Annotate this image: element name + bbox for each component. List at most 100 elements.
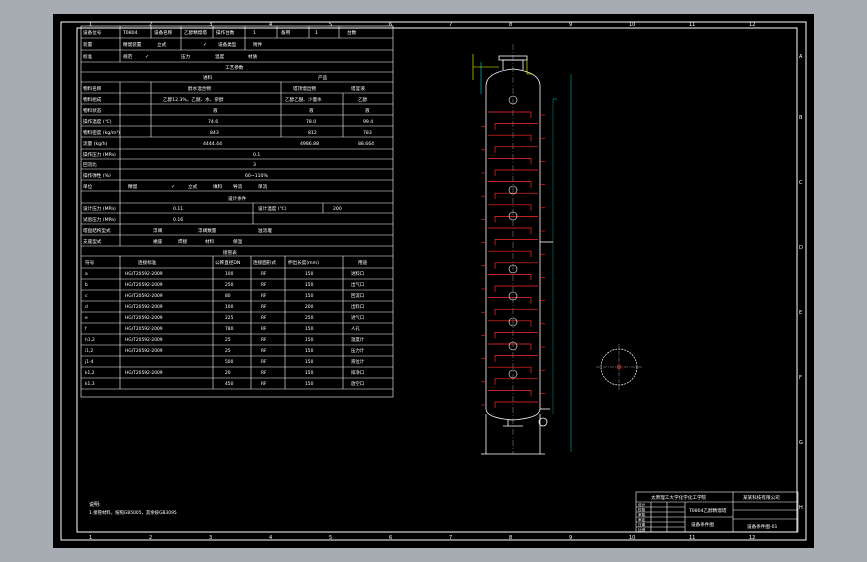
- tray-line: [488, 227, 532, 234]
- cell-value: 78.0: [306, 119, 316, 125]
- nozzle-cell-dn: 100: [225, 271, 234, 277]
- nozzle-cell-face: RF: [261, 381, 267, 387]
- ruler-label: 12: [749, 535, 755, 541]
- cell-value: 溢流堰: [258, 227, 272, 234]
- cell-label: 备用: [281, 29, 291, 36]
- drawing-canvas: 1 2 3 4 5 6 7 8 9 10 11 12 1 2 3 4 5 6 7…: [60, 21, 807, 541]
- column-header: 用途: [358, 259, 368, 266]
- cell-value: 843: [210, 130, 219, 136]
- notes-text: 1.接管材料，按照GB5005，其余按GB3095: [89, 509, 177, 516]
- nozzle-cell-use: 液位计: [351, 358, 365, 365]
- nozzle-cell-std: HG/T20592-2009: [125, 370, 163, 376]
- cell-value: 0.1: [253, 152, 260, 158]
- nozzle-cell-face: RF: [261, 315, 267, 321]
- nozzle-cell-std: HG/T20592-2009: [125, 282, 163, 288]
- distillation-column-drawing: [472, 44, 572, 455]
- cell-value: 填料: [213, 183, 223, 190]
- cell-value: 保温: [233, 238, 243, 245]
- ruler-label: F: [799, 375, 802, 381]
- cell-value: 0.16: [173, 217, 183, 223]
- ruler-label: C: [799, 180, 803, 186]
- nozzle-cell-std: HG/T20592-2009: [125, 337, 163, 343]
- tray-line: [494, 285, 538, 292]
- row-label: 塔盘结构型式: [83, 227, 111, 234]
- nozzle-cell-std: HG/T20592-2009: [125, 271, 163, 277]
- tray-line: [494, 262, 538, 269]
- nozzle-cell-sym: e: [85, 316, 88, 321]
- tb-row-label: 校核: [638, 507, 646, 512]
- tray-line: [494, 169, 538, 176]
- row-label: 单位: [83, 183, 93, 190]
- cad-viewport[interactable]: 1 2 3 4 5 6 7 8 9 10 11 12 1 2 3 4 5 6 7…: [0, 0, 867, 562]
- project-name: 太原理工大学化学化工学院: [651, 494, 707, 501]
- row-label: 设计温度 (℃): [258, 205, 287, 212]
- tray-line: [488, 250, 532, 258]
- nozzle-cell-face: RF: [261, 326, 267, 332]
- row-label: 操作弹性 (%): [83, 172, 111, 179]
- cell-value: 塔顶馏出物: [293, 85, 316, 92]
- tb-row-label: 设计: [638, 502, 646, 507]
- cell-value: 规范: [123, 53, 133, 60]
- column-header: 连接标准: [138, 259, 157, 266]
- tb-row-label: 审定: [638, 517, 646, 522]
- cell-value: 裙座: [153, 238, 163, 245]
- nozzle-cell-len: 150: [305, 282, 314, 288]
- nozzle-cell-sym: i1,2: [85, 348, 93, 354]
- tray-line: [488, 390, 532, 397]
- nozzle-cell-len: 150: [305, 348, 314, 354]
- tray-line: [488, 158, 532, 165]
- cell-value: 200: [333, 206, 342, 212]
- row-label: 物料密度 (kg/m³): [83, 129, 120, 136]
- cell-value: 温度: [215, 53, 225, 60]
- ruler-label: 7: [449, 22, 452, 28]
- ruler-label: A: [799, 54, 803, 60]
- tb-row-label: 日期: [638, 522, 646, 527]
- tb-row-label: 比例: [638, 527, 646, 532]
- cell-value: 液: [309, 107, 314, 114]
- ruler-label: E: [799, 310, 802, 316]
- nozzle-cell-sym: c: [85, 294, 88, 299]
- cell-value: 812: [308, 130, 317, 136]
- cell-label: 设备名称: [154, 29, 173, 36]
- nozzle-cell-len: 250: [305, 315, 314, 321]
- column-header: 伸出长度(mm): [288, 259, 319, 266]
- nozzle-cell-face: RF: [261, 370, 267, 376]
- cell-value: 压力: [181, 53, 191, 60]
- cell-value: 60~110%: [245, 173, 268, 179]
- column-header: 公称直径DN: [215, 259, 240, 266]
- cell-value: 立式: [188, 183, 198, 190]
- nozzle-cell-dn: 25: [225, 337, 231, 343]
- column-header: 进料: [203, 74, 213, 81]
- ruler-label: 4: [269, 22, 272, 28]
- cell-value: 99.4: [363, 119, 373, 125]
- nozzle-cell-use: 温度计: [351, 336, 365, 343]
- cell-value: 1: [315, 30, 318, 36]
- nozzle-cell-len: 150: [305, 337, 314, 343]
- nozzle-cell-sym: b: [85, 282, 88, 288]
- ruler-label: 2: [149, 22, 152, 28]
- drawing-sheet[interactable]: 1 2 3 4 5 6 7 8 9 10 11 12 1 2 3 4 5 6 7…: [53, 14, 814, 548]
- nozzle-cell-dn: 25: [225, 348, 231, 354]
- nozzle-cell-use: 放空口: [351, 380, 364, 387]
- cell-value: 单流: [258, 183, 268, 190]
- nozzle-cell-use: 压力计: [351, 347, 365, 354]
- cell-value: 导流: [233, 183, 243, 190]
- nozzle-cell-use: 排净口: [351, 369, 364, 376]
- ruler-label: 2: [149, 535, 152, 541]
- ruler-label: D: [799, 245, 803, 251]
- tb-row-label: 审核: [638, 512, 646, 517]
- ruler-label: B: [799, 115, 803, 121]
- nozzle-cell-sym: a: [85, 272, 88, 277]
- cell-value: 精馏装置: [123, 41, 142, 48]
- row-label: 支座型式: [83, 238, 102, 245]
- nozzle-cell-std: HG/T20592-2009: [125, 348, 163, 354]
- section-title: 工艺参数: [225, 64, 244, 71]
- tray-line: [488, 204, 532, 211]
- column-header: 产品: [318, 74, 328, 81]
- ruler-label: 5: [329, 22, 332, 28]
- nozzle-cell-len: 150: [305, 326, 314, 332]
- tray-line: [488, 134, 532, 142]
- cell-value: 1: [253, 30, 256, 36]
- cell-value: 74.6: [208, 119, 218, 125]
- cell-value: 精馏: [128, 183, 138, 190]
